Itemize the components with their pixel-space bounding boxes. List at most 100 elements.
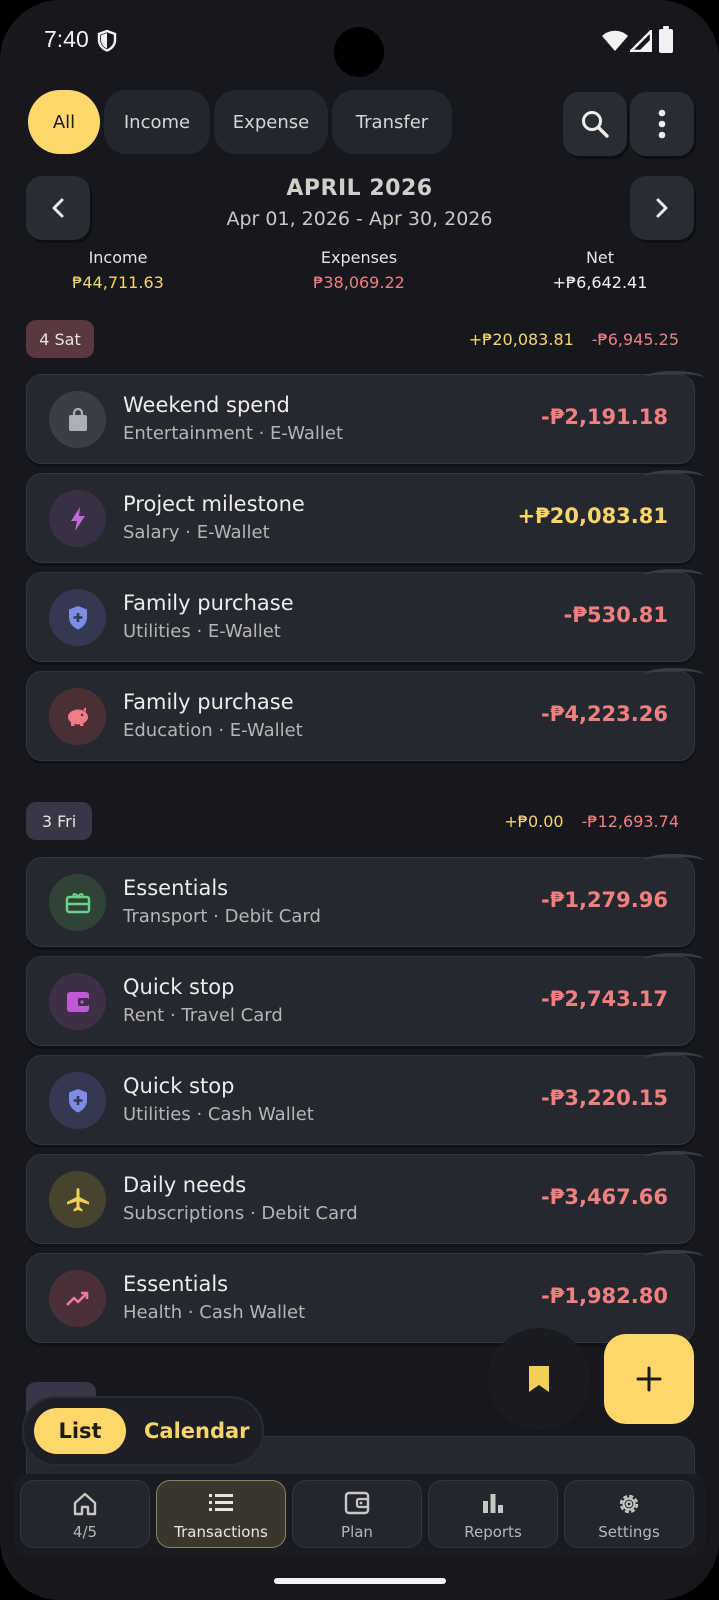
transaction-category-account: Utilities · Cash Wallet [123, 1104, 314, 1125]
wifi-icon [602, 30, 628, 51]
day-totals: +₱20,083.81 -₱6,945.25 [469, 330, 679, 349]
transaction-category-account: Health · Cash Wallet [123, 1302, 306, 1323]
transaction-title: Essentials [123, 1272, 229, 1296]
month-title: APRIL 2026 [286, 176, 433, 201]
bottom-navigation: 4/5 Transactions Plan Reports Settings [14, 1474, 705, 1556]
filter-income-chip[interactable]: Income [104, 90, 210, 154]
transaction-card[interactable]: Quick stop Rent · Travel Card -₱2,743.17 [26, 953, 704, 1046]
corner-scribble [644, 1250, 704, 1264]
shield-icon [97, 29, 117, 52]
shield-plus-icon [49, 1072, 106, 1129]
trending-up-icon [49, 1270, 106, 1327]
piggy-bank-icon [49, 688, 106, 745]
income-total: ₱44,711.63 [72, 273, 164, 292]
transaction-title: Family purchase [123, 690, 294, 714]
shield-plus-icon [49, 589, 106, 646]
income-summary: Income ₱44,711.63 [18, 248, 218, 292]
more-vert-icon [658, 109, 666, 139]
more-options-button[interactable] [630, 92, 694, 156]
shopping-bag-icon [49, 391, 106, 448]
nav-transactions-label: Transactions [174, 1523, 268, 1541]
transaction-card[interactable]: Daily needs Subscriptions · Debit Card -… [26, 1151, 704, 1244]
nav-home-label: 4/5 [72, 1523, 98, 1541]
view-toggle: List Calendar [22, 1396, 264, 1466]
transaction-amount: -₱1,982.80 [541, 1284, 668, 1308]
corner-scribble [644, 1151, 704, 1165]
transaction-amount: +₱20,083.81 [517, 504, 668, 528]
corner-scribble [644, 371, 704, 385]
transaction-category-account: Transport · Debit Card [123, 906, 321, 927]
expenses-label: Expenses [320, 248, 398, 267]
bookmarks-button[interactable] [488, 1328, 590, 1430]
transaction-card[interactable]: Family purchase Utilities · E-Wallet -₱5… [26, 569, 704, 662]
transaction-amount: -₱3,467.66 [541, 1185, 668, 1209]
airplane-icon [49, 1171, 106, 1228]
transaction-card[interactable]: Quick stop Utilities · Cash Wallet -₱3,2… [26, 1052, 704, 1145]
net-total: +₱6,642.41 [552, 273, 648, 292]
gear-icon [619, 1494, 639, 1514]
net-summary: Net +₱6,642.41 [500, 248, 700, 292]
nav-reports[interactable]: Reports [428, 1480, 558, 1548]
filter-expense-chip[interactable]: Expense [214, 90, 328, 154]
transaction-category-account: Rent · Travel Card [123, 1005, 283, 1026]
day-totals: +₱0.00 -₱12,693.74 [504, 812, 679, 831]
home-indicator [274, 1578, 446, 1584]
gift-card-icon [49, 874, 106, 931]
nav-plan[interactable]: Plan [292, 1480, 422, 1548]
bookmark-icon [529, 1366, 549, 1392]
corner-scribble [644, 668, 704, 682]
transaction-title: Quick stop [123, 1074, 235, 1098]
transaction-card[interactable]: Essentials Transport · Debit Card -₱1,27… [26, 854, 704, 947]
battery-icon [659, 26, 673, 53]
expenses-summary: Expenses ₱38,069.22 [259, 248, 459, 292]
bar-chart-icon [483, 1494, 503, 1513]
day-income-total: +₱20,083.81 [468, 330, 574, 349]
transaction-title: Family purchase [123, 591, 294, 615]
app-screen: 7:40 All Income Expense Transfer APRIL 2… [0, 0, 719, 1600]
transaction-title: Daily needs [123, 1173, 247, 1197]
wallet-icon [344, 1491, 370, 1515]
status-time: 7:40 [44, 26, 89, 52]
transaction-category-account: Entertainment · E-Wallet [123, 423, 343, 444]
add-transaction-button[interactable] [604, 1334, 694, 1424]
day-expense-total: -₱12,693.74 [581, 812, 679, 831]
net-label: Net [585, 248, 615, 267]
income-label: Income [88, 248, 148, 267]
transaction-amount: -₱1,279.96 [541, 888, 668, 912]
transaction-amount: -₱2,191.18 [541, 405, 668, 429]
day-tag: 3 Fri [26, 802, 92, 840]
search-button[interactable] [563, 92, 627, 156]
transaction-card[interactable]: Weekend spend Entertainment · E-Wallet -… [26, 371, 704, 464]
home-icon [73, 1492, 97, 1516]
corner-scribble [644, 470, 704, 484]
nav-settings[interactable]: Settings [564, 1480, 694, 1548]
transaction-category-account: Subscriptions · Debit Card [123, 1203, 358, 1224]
transaction-title: Essentials [123, 876, 229, 900]
corner-scribble [644, 953, 704, 967]
filter-transfer-chip[interactable]: Transfer [332, 90, 452, 154]
day-tag: 4 Sat [26, 320, 94, 358]
nav-transactions[interactable]: Transactions [156, 1480, 286, 1548]
transaction-title: Weekend spend [123, 393, 290, 417]
type-filter-chips: All Income Expense Transfer [28, 90, 452, 154]
transaction-card[interactable]: Essentials Health · Cash Wallet -₱1,982.… [26, 1250, 704, 1343]
filter-all-chip[interactable]: All [28, 90, 100, 154]
corner-scribble [644, 854, 704, 868]
bolt-icon [49, 490, 106, 547]
camera-cutout [334, 27, 384, 77]
transaction-card[interactable]: Project milestone Salary · E-Wallet +₱20… [26, 470, 704, 563]
transaction-amount: -₱3,220.15 [541, 1086, 668, 1110]
nav-home[interactable]: 4/5 [20, 1480, 150, 1548]
transaction-title: Quick stop [123, 975, 235, 999]
wallet-icon [49, 973, 106, 1030]
transaction-card[interactable]: Family purchase Education · E-Wallet -₱4… [26, 668, 704, 761]
day-income-total: +₱0.00 [504, 812, 564, 831]
calendar-view-option[interactable]: Calendar [144, 1408, 250, 1454]
list-icon [209, 1494, 233, 1511]
transaction-category-account: Salary · E-Wallet [123, 522, 270, 543]
list-view-option[interactable]: List [34, 1408, 126, 1454]
expenses-total: ₱38,069.22 [313, 273, 405, 292]
month-date-range: Apr 01, 2026 - Apr 30, 2026 [226, 208, 493, 230]
plus-icon [636, 1366, 662, 1392]
transaction-amount: -₱4,223.26 [541, 702, 668, 726]
